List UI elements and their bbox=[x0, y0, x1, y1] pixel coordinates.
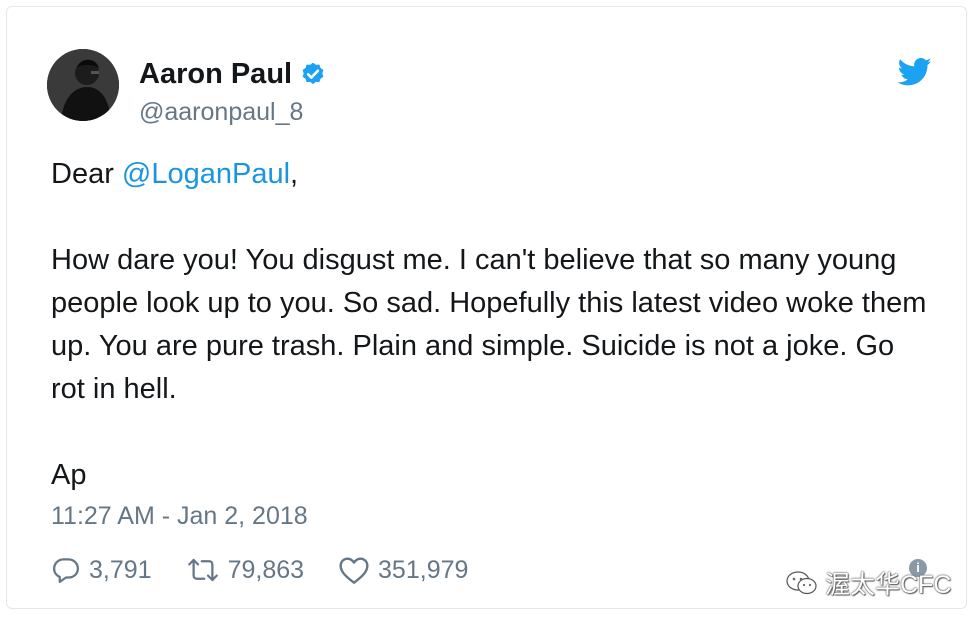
author-display-name[interactable]: Aaron Paul bbox=[139, 57, 292, 91]
tweet-body: How dare you! You disgust me. I can't be… bbox=[51, 244, 927, 405]
tweet-signature: Ap bbox=[51, 459, 87, 491]
wechat-icon bbox=[786, 571, 817, 595]
tweet-text: Dear @LoganPaul, How dare you! You disgu… bbox=[51, 153, 931, 497]
watermark-text: 渥太华CFC bbox=[825, 571, 952, 599]
author-name-row: Aaron Paul bbox=[139, 57, 326, 91]
retweet-icon bbox=[187, 558, 218, 582]
tweet-card: Aaron Paul @aaronpaul_8 Dear @LoganPaul,… bbox=[6, 6, 967, 609]
greeting-prefix: Dear bbox=[51, 158, 122, 190]
retweet-button[interactable]: 79,863 bbox=[186, 555, 304, 585]
mention-link[interactable]: @LoganPaul bbox=[122, 158, 290, 190]
like-button[interactable]: 351,979 bbox=[338, 555, 468, 585]
retweet-count: 79,863 bbox=[227, 555, 305, 584]
watermark: 渥太华CFC bbox=[785, 565, 951, 601]
reply-count: 3,791 bbox=[89, 555, 152, 584]
twitter-bird-icon[interactable] bbox=[898, 57, 932, 87]
reply-button[interactable]: 3,791 bbox=[51, 555, 152, 585]
author-handle[interactable]: @aaronpaul_8 bbox=[139, 97, 303, 127]
like-count: 351,979 bbox=[378, 555, 469, 584]
heart-icon bbox=[339, 557, 369, 584]
verified-badge-icon bbox=[302, 62, 324, 85]
avatar-image bbox=[47, 49, 119, 121]
greeting-suffix: , bbox=[290, 158, 299, 190]
tweet-actions: 3,791 79,863 351,979 bbox=[51, 555, 502, 585]
tweet-timestamp[interactable]: 11:27 AM - Jan 2, 2018 bbox=[51, 501, 308, 531]
tweet-greeting: Dear @LoganPaul, bbox=[51, 153, 931, 196]
avatar[interactable] bbox=[47, 49, 119, 121]
reply-icon bbox=[53, 558, 79, 583]
